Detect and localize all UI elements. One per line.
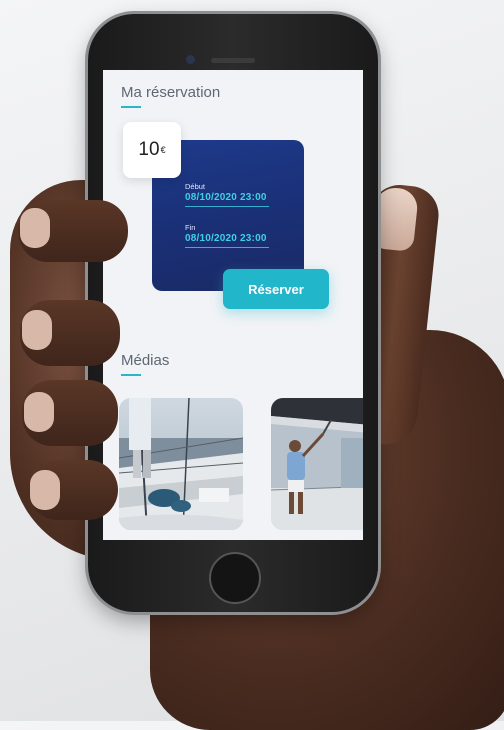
phone-device: Ma réservation 10 € Début 08/10/2020 23:0… (88, 14, 378, 612)
reservation-title-underline (121, 106, 141, 108)
finger-nail (30, 470, 60, 510)
finger-nail (24, 392, 54, 432)
price-badge: 10 € (123, 122, 181, 178)
marina-boat-image (119, 398, 243, 530)
finger-nail (20, 208, 50, 248)
start-label: Début (185, 182, 206, 191)
start-datetime[interactable]: 08/10/2020 23:00 (185, 192, 267, 203)
end-datetime[interactable]: 08/10/2020 23:00 (185, 233, 267, 244)
end-datetime-underline (185, 247, 269, 248)
end-label: Fin (185, 223, 196, 232)
media-title: Médias (121, 352, 170, 369)
app-screen: Ma réservation 10 € Début 08/10/2020 23:0… (103, 70, 363, 540)
start-datetime-underline (185, 206, 269, 207)
media-photo-cleaning[interactable] (271, 398, 363, 530)
thumb-nail (370, 185, 420, 253)
media-title-underline (121, 374, 141, 376)
finger-nail (22, 310, 52, 350)
price-currency: € (160, 145, 166, 155)
media-photo-marina[interactable] (119, 398, 243, 530)
price-value: 10 (138, 139, 160, 160)
phone-speaker (211, 58, 255, 63)
front-camera (186, 55, 195, 64)
reservation-title: Ma réservation (121, 84, 221, 101)
home-button[interactable] (209, 552, 261, 604)
man-cleaning-boat-image (271, 398, 363, 530)
reserve-button[interactable]: Réserver (223, 269, 329, 309)
